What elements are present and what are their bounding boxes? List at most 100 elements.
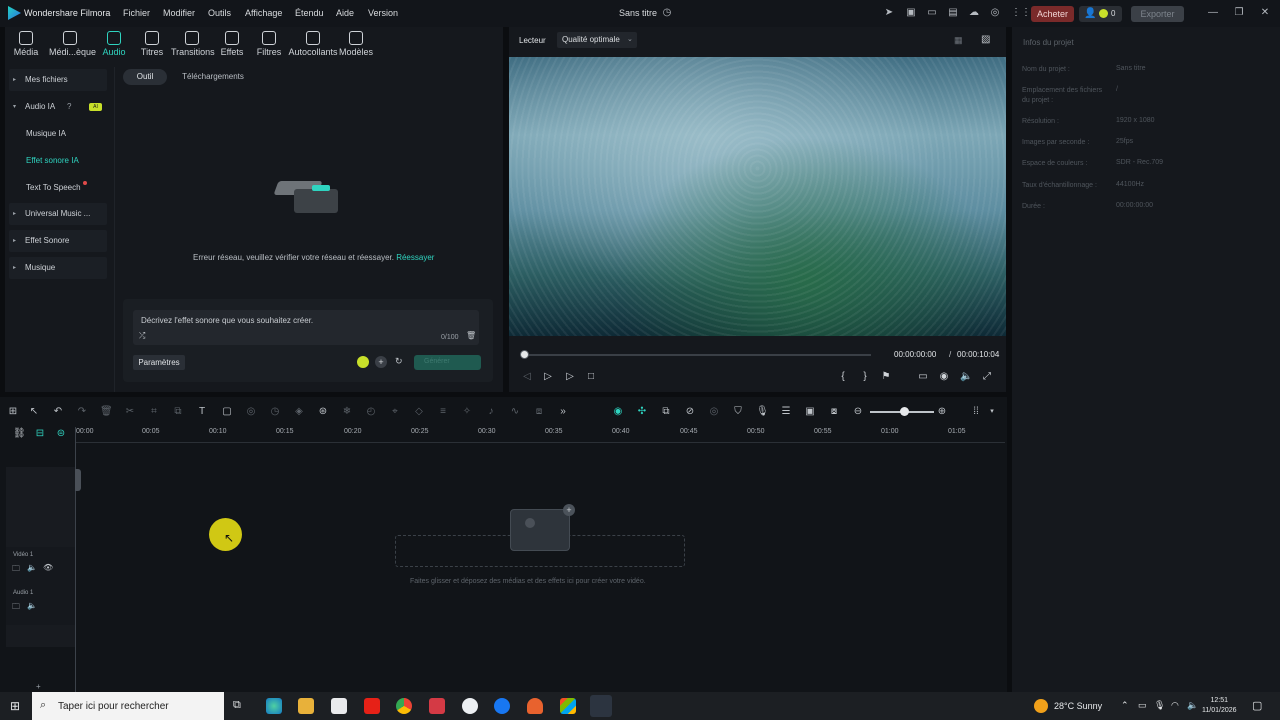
- speed-icon[interactable]: ◷: [269, 406, 281, 418]
- prompt-input[interactable]: Décrivez l'effet sonore que vous souhait…: [133, 310, 479, 345]
- keyframe-icon[interactable]: ◇: [413, 406, 425, 418]
- step-play-icon[interactable]: ▷: [542, 371, 554, 383]
- recorder-icon[interactable]: [429, 698, 445, 714]
- cat-stickers[interactable]: Autocollants: [288, 31, 338, 57]
- shield-icon[interactable]: ⛉: [732, 406, 744, 418]
- folder-icon[interactable]: 🗀: [12, 601, 20, 615]
- redo-icon[interactable]: ↷: [76, 406, 88, 418]
- group-icon[interactable]: ⧈: [533, 406, 545, 418]
- network-icon[interactable]: ▭: [1138, 700, 1147, 711]
- track-layout-icon[interactable]: ⁞⁞: [970, 406, 982, 418]
- color-icon[interactable]: ◈: [293, 406, 305, 418]
- mute-icon[interactable]: 🔈: [27, 601, 37, 610]
- windows-start-icon[interactable]: ⊞: [10, 699, 20, 713]
- cat-filters[interactable]: Filtres: [255, 31, 283, 57]
- minimize-icon[interactable]: —: [1207, 7, 1219, 19]
- close-icon[interactable]: ✕: [1259, 7, 1271, 19]
- camera-app-icon[interactable]: [462, 698, 478, 714]
- volume-icon[interactable]: 🔈: [960, 371, 972, 383]
- zoom-in-icon[interactable]: ⊕: [936, 406, 948, 418]
- cut-icon[interactable]: ✂: [124, 406, 136, 418]
- speaker-icon[interactable]: 🔈: [1187, 700, 1198, 711]
- ai-tools-icon[interactable]: ⊛: [317, 406, 329, 418]
- undo-icon[interactable]: ↶: [52, 406, 64, 418]
- task-view-icon[interactable]: ⧉: [233, 699, 241, 712]
- link-icon[interactable]: ⊘: [684, 406, 696, 418]
- cloud-icon[interactable]: ☁: [968, 7, 980, 19]
- windows-app-icon[interactable]: [560, 698, 576, 714]
- taskbar-search[interactable]: ⌕ Taper ici pour rechercher: [32, 692, 224, 720]
- add-track-plus-icon[interactable]: +: [36, 682, 41, 691]
- sidebar-item-music[interactable]: ▸ Musique: [9, 257, 107, 279]
- retry-link[interactable]: Réessayer: [396, 253, 434, 262]
- pip-icon[interactable]: ⧇: [828, 406, 840, 418]
- cat-media[interactable]: Média: [13, 31, 39, 57]
- sidebar-item-universal-music[interactable]: ▸ Universal Music ...: [9, 203, 107, 225]
- stabilize-icon[interactable]: ⌖: [389, 406, 401, 418]
- media-icon[interactable]: ▤: [947, 7, 959, 19]
- sidebar-item-ai-sound-effect[interactable]: Effet sonore IA: [26, 156, 79, 165]
- menu-etendu[interactable]: Étendu: [295, 8, 324, 18]
- shuffle-icon[interactable]: ⤮: [139, 331, 145, 341]
- add-track-icon[interactable]: ⊟: [34, 428, 46, 440]
- playhead[interactable]: [75, 427, 76, 692]
- render-toggle-icon[interactable]: ◉: [612, 406, 624, 418]
- menu-aide[interactable]: Aide: [336, 8, 354, 18]
- camera-icon[interactable]: ◉: [938, 371, 950, 383]
- menu-affichage[interactable]: Affichage: [245, 8, 282, 18]
- adjust-icon[interactable]: ≡: [437, 406, 449, 418]
- mark-out-icon[interactable]: }: [859, 371, 871, 383]
- menu-outils[interactable]: Outils: [208, 8, 231, 18]
- save-icon[interactable]: ▣: [905, 7, 917, 19]
- cat-audio[interactable]: Audio: [101, 31, 127, 57]
- maximize-icon[interactable]: ❐: [1233, 7, 1245, 19]
- account-chip[interactable]: 👤 0: [1079, 6, 1122, 22]
- audio-icon[interactable]: ♪: [485, 406, 497, 418]
- store-icon[interactable]: [331, 698, 347, 714]
- chevron-up-icon[interactable]: ⌃: [1121, 700, 1129, 711]
- add-icon[interactable]: +: [375, 356, 387, 368]
- filmora-taskbar-icon[interactable]: [590, 695, 612, 717]
- crop-icon[interactable]: ⌗: [148, 406, 160, 418]
- send-icon[interactable]: ➤: [883, 7, 895, 19]
- weather-text[interactable]: 28°C Sunny: [1054, 701, 1102, 711]
- cat-templates[interactable]: Modèles: [339, 31, 373, 57]
- snapshot-view-icon[interactable]: ▨: [981, 34, 990, 45]
- generate-button[interactable]: Générer: [414, 355, 481, 370]
- scrub-track[interactable]: [524, 354, 871, 356]
- taskbar-clock[interactable]: 12:51 11/01/2026: [1202, 696, 1237, 716]
- layout-icon[interactable]: ▭: [926, 7, 938, 19]
- edge-icon[interactable]: [266, 698, 282, 714]
- microphone-tray-icon[interactable]: 🎙: [1154, 700, 1165, 711]
- freeze-icon[interactable]: ❄: [341, 406, 353, 418]
- sidebar-item-ai-music[interactable]: Musique IA: [26, 129, 66, 138]
- sidebar-item-tts[interactable]: Text To Speech: [26, 183, 81, 192]
- export-button[interactable]: Exporter: [1131, 6, 1184, 22]
- cat-transitions[interactable]: Transitions: [171, 31, 215, 57]
- grid-view-icon[interactable]: ▦: [954, 35, 963, 46]
- prev-frame-icon[interactable]: ◁: [521, 371, 533, 383]
- wifi-icon[interactable]: ◠: [1171, 700, 1179, 711]
- silence-icon[interactable]: ◎: [708, 406, 720, 418]
- cat-effects[interactable]: Effets: [219, 31, 245, 57]
- audio-stretch-icon[interactable]: ⧉: [172, 406, 184, 418]
- tab-downloads[interactable]: Téléchargements: [177, 69, 249, 85]
- player-tab[interactable]: Lecteur: [519, 36, 546, 45]
- support-icon[interactable]: ◎: [989, 7, 1001, 19]
- display-icon[interactable]: ▭: [917, 371, 929, 383]
- snap-icon[interactable]: ✣: [636, 406, 648, 418]
- folder-icon[interactable]: 🗀: [12, 563, 20, 577]
- help-icon[interactable]: ?: [67, 96, 71, 118]
- sidebar-item-ai-audio[interactable]: ▾ Audio IA? AI: [9, 96, 107, 118]
- menu-modifier[interactable]: Modifier: [163, 8, 195, 18]
- parameters-button[interactable]: Paramètres: [133, 355, 185, 370]
- cat-library[interactable]: Médi...èque: [49, 31, 96, 57]
- effects-icon[interactable]: ✧: [461, 406, 473, 418]
- fullscreen-icon[interactable]: ⤢: [981, 371, 993, 383]
- wave-icon[interactable]: ∿: [509, 406, 521, 418]
- buy-button[interactable]: Acheter: [1031, 6, 1074, 22]
- more-tools-icon[interactable]: »: [557, 406, 569, 418]
- zoom-out-icon[interactable]: ⊖: [852, 406, 864, 418]
- tab-tool[interactable]: Outil: [123, 69, 167, 85]
- sidebar-item-sound-effect[interactable]: ▸ Effet Sonore: [9, 230, 107, 252]
